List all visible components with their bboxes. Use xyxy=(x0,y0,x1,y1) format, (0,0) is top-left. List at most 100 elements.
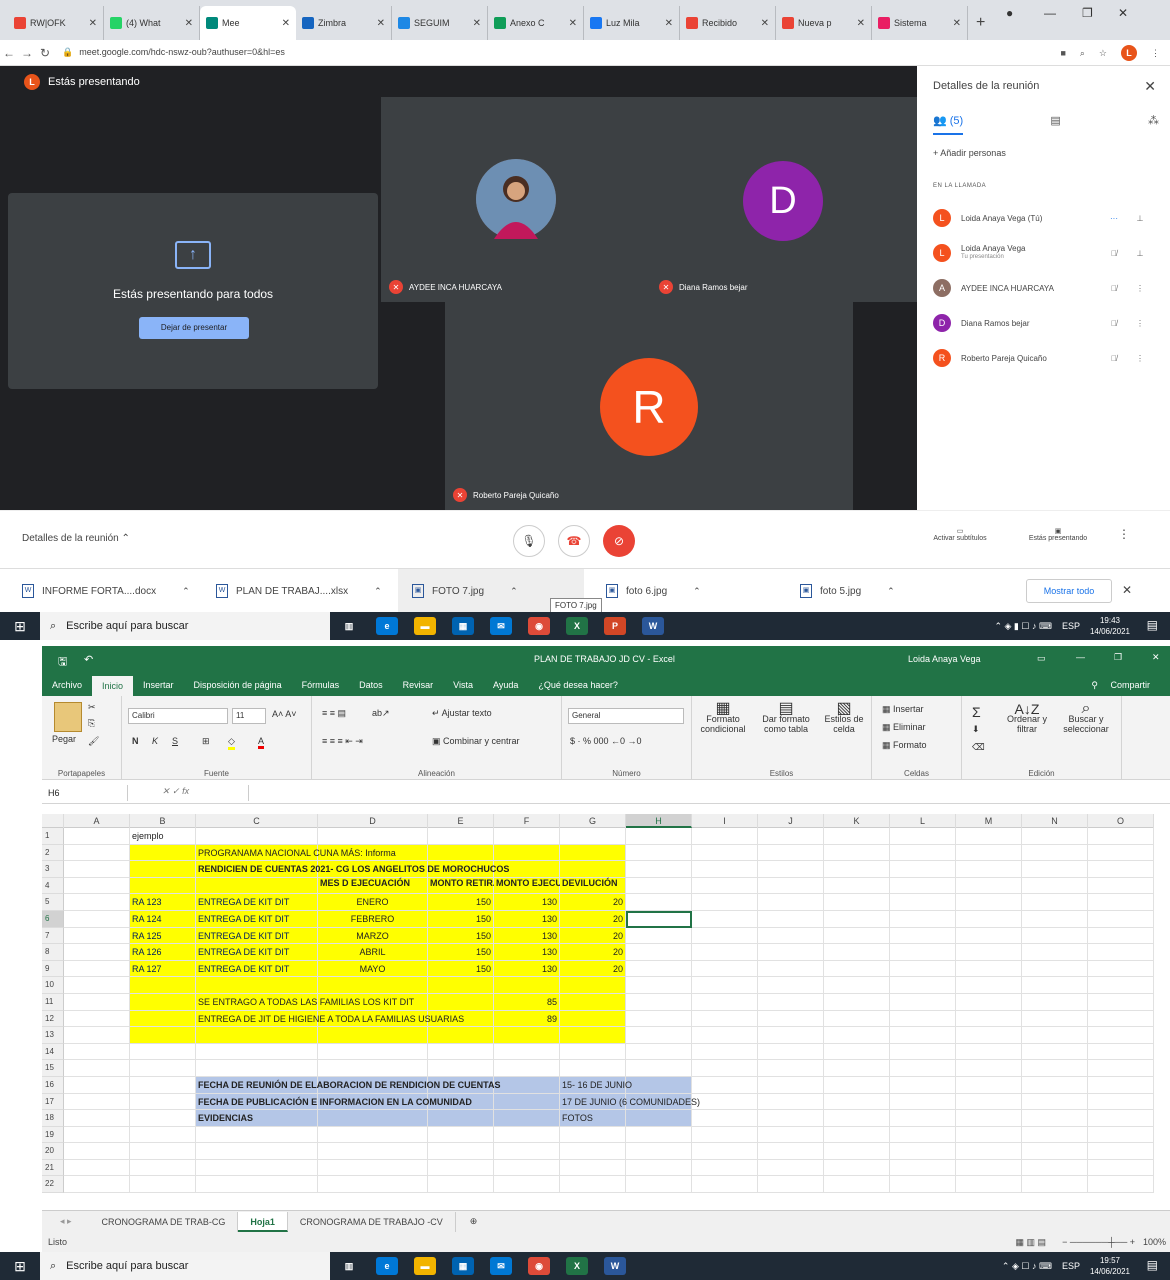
maximize-icon[interactable]: ❐ xyxy=(1082,6,1093,20)
grid-cell[interactable] xyxy=(428,1060,494,1077)
grid-cell[interactable] xyxy=(64,944,130,961)
paste-icon[interactable] xyxy=(54,702,82,732)
grid-cell[interactable]: ENTREGA DE KIT DIT xyxy=(196,910,318,928)
download-item[interactable]: ▣ foto 6.jpg ⌃ xyxy=(606,569,701,613)
grid-cell[interactable] xyxy=(626,844,692,862)
grid-cell[interactable] xyxy=(318,1110,428,1127)
grid-cell[interactable] xyxy=(428,1159,494,1177)
row-header[interactable]: 13 xyxy=(42,1027,64,1044)
grid-cell[interactable] xyxy=(956,894,1022,911)
grid-cell[interactable] xyxy=(1022,1143,1088,1160)
row-header[interactable]: 20 xyxy=(42,1143,64,1160)
font-color-icon[interactable]: A xyxy=(258,736,265,749)
ribbon-tab[interactable]: Insertar xyxy=(133,674,184,696)
grid-cell[interactable] xyxy=(890,1060,956,1077)
font-size-select[interactable]: 11 xyxy=(232,708,266,724)
grid-cell[interactable] xyxy=(1022,1110,1088,1127)
participant-row[interactable]: L Loida Anaya Vega Tu presentación 🎙̸ ⊥ xyxy=(933,241,1153,265)
add-people-button[interactable]: + Añadir personas xyxy=(933,148,1006,158)
grid-cell[interactable]: 130 xyxy=(494,910,560,928)
grid-cell[interactable]: SE ENTRAGO A TODAS LAS FAMILIAS LOS KIT … xyxy=(196,993,414,1011)
grid-cell[interactable] xyxy=(130,993,196,1011)
grid-cell[interactable] xyxy=(758,927,824,945)
grid-cell[interactable] xyxy=(1088,1110,1154,1127)
star-icon[interactable]: ☆ xyxy=(1099,48,1107,59)
grid-cell[interactable] xyxy=(758,910,824,928)
grid-cell[interactable] xyxy=(1088,1027,1154,1044)
grid-cell[interactable] xyxy=(956,1126,1022,1144)
grid-cell[interactable] xyxy=(1022,1043,1088,1061)
grid-cell[interactable] xyxy=(758,944,824,961)
grid-cell[interactable] xyxy=(428,1043,494,1061)
chrome-icon[interactable]: ◉ xyxy=(528,1257,550,1275)
grid-cell[interactable] xyxy=(130,1027,196,1044)
grid-cell[interactable] xyxy=(64,1060,130,1077)
grid-cell[interactable] xyxy=(824,910,890,928)
grid-cell[interactable]: RA 127 xyxy=(130,960,196,978)
grid-cell[interactable] xyxy=(956,1027,1022,1044)
captions-button[interactable]: ▭ Activar subtítulos xyxy=(920,527,1000,542)
font-name-select[interactable]: Calibri xyxy=(128,708,228,724)
grid-cell[interactable] xyxy=(64,894,130,911)
grid-cell[interactable] xyxy=(1022,844,1088,862)
store-icon[interactable]: ▦ xyxy=(452,617,474,635)
grid-cell[interactable] xyxy=(692,1126,758,1144)
grid-cell[interactable] xyxy=(494,1143,560,1160)
more-options-icon[interactable]: ⋮ xyxy=(1118,527,1130,541)
grid-cell[interactable] xyxy=(758,1027,824,1044)
sheet-tab[interactable]: Hoja1 xyxy=(238,1211,288,1232)
grid-cell[interactable] xyxy=(560,1159,626,1177)
grid-cell[interactable] xyxy=(758,894,824,911)
close-tab-icon[interactable]: ✕ xyxy=(377,18,385,29)
grid-cell[interactable]: ENTREGA DE KIT DIT xyxy=(196,960,318,978)
grid-cell[interactable] xyxy=(1022,1176,1088,1194)
paste-button[interactable]: Pegar xyxy=(52,734,76,744)
grid-cell[interactable] xyxy=(428,844,494,862)
close-tab-icon[interactable]: ✕ xyxy=(473,18,481,29)
grid-cell[interactable] xyxy=(494,1027,560,1044)
row-header[interactable]: 4 xyxy=(42,877,64,895)
browser-tab[interactable]: Sistema ✕ xyxy=(872,6,968,40)
explorer-icon[interactable]: ▬ xyxy=(414,617,436,635)
undo-icon[interactable]: ↶ xyxy=(84,653,93,666)
grid-cell[interactable] xyxy=(560,1060,626,1077)
grid-cell[interactable] xyxy=(428,1126,494,1144)
grid-cell[interactable] xyxy=(626,944,692,961)
grid-cell[interactable] xyxy=(626,977,692,994)
leave-call-button[interactable]: ☎ xyxy=(558,525,590,557)
chevron-up-icon[interactable]: ⌃ xyxy=(374,586,382,597)
grid-cell[interactable] xyxy=(130,1010,196,1028)
grid-cell[interactable]: RA 123 xyxy=(130,894,196,911)
sort-filter-button[interactable]: A↓Z Ordenar y filtrar xyxy=(1002,702,1052,734)
close-icon[interactable]: ✕ xyxy=(1144,78,1156,95)
taskbar-search[interactable]: ⌕ Escribe aquí para buscar xyxy=(40,612,330,640)
grid-cell[interactable]: FOTOS xyxy=(560,1110,626,1127)
grid-cell[interactable] xyxy=(758,1010,824,1028)
grid-cell[interactable] xyxy=(824,1027,890,1044)
grid-cell[interactable] xyxy=(890,977,956,994)
grid-cell[interactable] xyxy=(626,993,692,1011)
grid-cell[interactable] xyxy=(1088,1093,1154,1111)
taskview-icon[interactable]: ▥ xyxy=(338,617,360,635)
grid-cell[interactable]: ENTREGA DE JIT DE HIGIENE A TODA LA FAMI… xyxy=(196,1010,464,1028)
browser-tab[interactable]: (4) What ✕ xyxy=(104,6,200,40)
grid-cell[interactable] xyxy=(560,977,626,994)
grid-cell[interactable] xyxy=(1088,1010,1154,1028)
grid-cell[interactable] xyxy=(130,1126,196,1144)
grid-cell[interactable] xyxy=(956,977,1022,994)
grid-cell[interactable]: ENTREGA DE KIT DIT xyxy=(196,944,318,961)
grid-cell[interactable] xyxy=(560,993,626,1011)
grid-cell[interactable]: 130 xyxy=(494,894,560,911)
taskview-icon[interactable]: ▥ xyxy=(338,1257,360,1275)
grid-cell[interactable]: 150 xyxy=(428,944,494,961)
participant-row[interactable]: D Diana Ramos bejar 🎙̸ ⋮ xyxy=(933,311,1153,335)
grid-cell[interactable] xyxy=(1022,977,1088,994)
browser-tab[interactable]: Luz Mila ✕ xyxy=(584,6,680,40)
grid-cell[interactable] xyxy=(692,1027,758,1044)
camera-button[interactable]: ⊘ xyxy=(603,525,635,557)
column-header[interactable]: M xyxy=(956,814,1022,828)
row-header[interactable]: 18 xyxy=(42,1110,64,1127)
grid-cell[interactable] xyxy=(560,844,626,862)
column-header[interactable]: J xyxy=(758,814,824,828)
grid-cell[interactable] xyxy=(626,960,692,978)
